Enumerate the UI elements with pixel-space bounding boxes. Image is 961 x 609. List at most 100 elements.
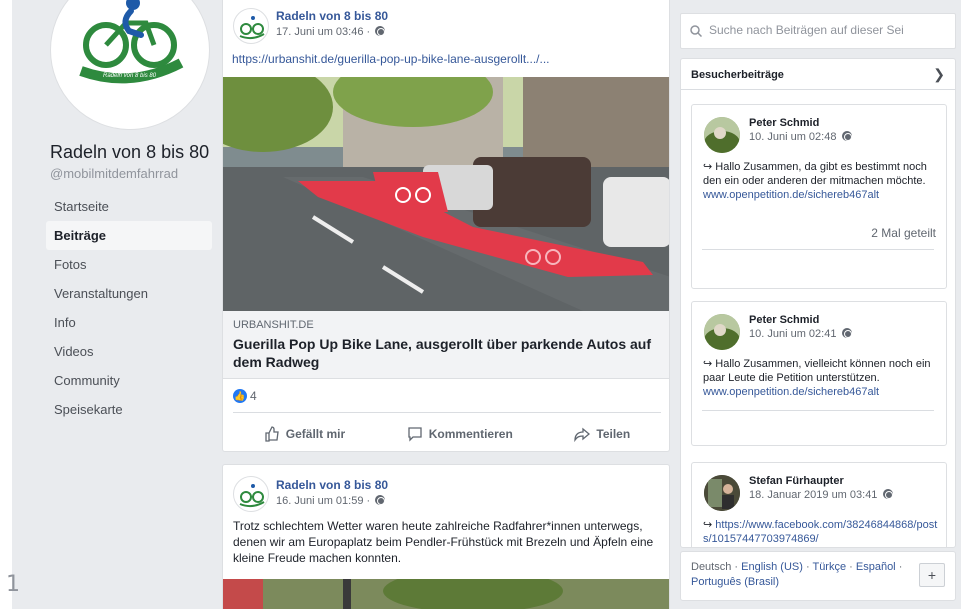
share-button[interactable]: Teilen <box>574 418 630 450</box>
visitor-posts-title[interactable]: Besucherbeiträge <box>691 69 784 81</box>
visitor-post-time-text: 10. Juni um 02:48 <box>749 131 837 143</box>
visitor-post-link[interactable]: www.openpetition.de/sichereb467alt <box>703 189 879 201</box>
lang-english[interactable]: English (US) <box>741 561 803 573</box>
author-avatar[interactable] <box>233 476 269 512</box>
post-author[interactable]: Radeln von 8 bis 80 <box>276 9 388 23</box>
page-profile-picture[interactable]: Radeln von 8 bis 80 <box>50 0 210 130</box>
user-avatar[interactable] <box>704 475 740 511</box>
page-title[interactable]: Radeln von 8 bis 80 <box>50 142 209 163</box>
post-author[interactable]: Radeln von 8 bis 80 <box>276 478 388 492</box>
link-preview-image[interactable] <box>223 77 669 311</box>
post-timestamp[interactable]: 16. Juni um 01:59 · <box>276 495 386 507</box>
language-list: Deutsch · English (US) · Türkçe · Españo… <box>691 561 903 588</box>
post-divider <box>702 410 934 411</box>
comment-label: Kommentieren <box>428 427 513 441</box>
user-avatar[interactable] <box>704 117 740 153</box>
visitor-post-time[interactable]: 10. Juni um 02:48 <box>749 131 852 143</box>
post-photo[interactable] <box>223 579 669 609</box>
shared-link-icon: ↪ <box>703 358 716 370</box>
visitor-post: Stefan Fürhaupter 18. Januar 2019 um 03:… <box>691 462 947 547</box>
globe-icon <box>882 489 893 499</box>
actions-divider <box>233 412 661 413</box>
visitor-post-time-text: 10. Juni um 02:41 <box>749 328 837 340</box>
cycling-logo-icon <box>239 16 265 40</box>
lang-turkish[interactable]: Türkçe <box>812 561 846 573</box>
page-handle[interactable]: @mobilmitdemfahrrad <box>50 166 178 181</box>
shared-link-icon: ↪ <box>703 161 716 173</box>
cycling-logo-icon: Radeln von 8 bis 80 <box>79 0 184 84</box>
post-photo-graphic <box>223 579 669 609</box>
user-photo <box>704 117 740 153</box>
lang-portuguese[interactable]: Português (Brasil) <box>691 576 779 588</box>
more-languages-button[interactable]: + <box>919 563 945 587</box>
comment-button[interactable]: Kommentieren <box>407 418 513 450</box>
post-timestamp[interactable]: 17. Juni um 03:46 · <box>276 26 386 38</box>
nav-item-fotos[interactable]: Fotos <box>46 250 212 279</box>
like-label: Gefällt mir <box>285 427 346 441</box>
link-title: Guerilla Pop Up Bike Lane, ausgerollt üb… <box>233 336 652 370</box>
globe-icon <box>841 328 852 338</box>
visitor-post-time-text: 18. Januar 2019 um 03:41 <box>749 489 878 501</box>
page-nav: Startseite Beiträge Fotos Veranstaltunge… <box>46 192 212 424</box>
language-footer: Deutsch · English (US) · Türkçe · Españo… <box>680 551 956 601</box>
comment-icon <box>408 427 422 442</box>
visitor-posts-panel: Besucherbeiträge ❯ Peter Schmid 10. Juni… <box>680 58 956 548</box>
logo-text: Radeln von 8 bis 80 <box>103 73 157 79</box>
nav-item-community[interactable]: Community <box>46 366 212 395</box>
post-divider <box>702 249 934 250</box>
post-text: Trotz schlechtem Wetter waren heute zahl… <box>233 519 654 565</box>
post-link-url[interactable]: https://urbanshit.de/guerilla-pop-up-bik… <box>232 52 550 66</box>
globe-icon <box>841 131 852 141</box>
post-time: 16. Juni um 01:59 · <box>276 495 371 507</box>
page-number: 1 <box>6 572 20 597</box>
visitor-post-time[interactable]: 10. Juni um 02:41 <box>749 328 852 340</box>
nav-item-videos[interactable]: Videos <box>46 337 212 366</box>
visitor-post-link[interactable]: https://www.facebook.com/38246844868/pos… <box>703 519 937 545</box>
nav-item-beitraege[interactable]: Beiträge <box>46 221 212 250</box>
page-search[interactable] <box>680 13 956 49</box>
visitor-post-link[interactable]: www.openpetition.de/sichereb467alt <box>703 386 879 398</box>
visitor-post-time[interactable]: 18. Januar 2019 um 03:41 <box>749 489 893 501</box>
visitor-post-author[interactable]: Stefan Fürhaupter <box>749 475 844 487</box>
visitor-post-text: ↪ Hallo Zusammen, vielleicht können noch… <box>703 357 943 399</box>
post-card: Radeln von 8 bis 80 16. Juni um 01:59 · … <box>222 464 670 609</box>
visitor-post-text: ↪ Hallo Zusammen, da gibt es bestimmt no… <box>703 160 943 202</box>
cycling-logo-icon <box>239 484 265 508</box>
visitor-post: Peter Schmid 10. Juni um 02:48 ↪ Hallo Z… <box>691 104 947 289</box>
shared-link-icon: ↪ <box>703 519 716 531</box>
post-time: 17. Juni um 03:46 · <box>276 26 371 38</box>
post-actions: Gefällt mir Kommentieren Teilen <box>233 418 661 450</box>
search-input[interactable] <box>709 23 949 37</box>
reaction-summary[interactable]: 👍 4 <box>233 389 257 403</box>
nav-item-veranstaltungen[interactable]: Veranstaltungen <box>46 279 212 308</box>
visitor-post-author[interactable]: Peter Schmid <box>749 117 819 129</box>
header-divider <box>681 89 955 90</box>
visitor-post-text: ↪ https://www.facebook.com/38246844868/p… <box>703 518 943 546</box>
share-count[interactable]: 2 Mal geteilt <box>871 226 936 240</box>
lang-spanish[interactable]: Español <box>856 561 896 573</box>
nav-item-speisekarte[interactable]: Speisekarte <box>46 395 212 424</box>
like-reaction-icon: 👍 <box>233 389 247 403</box>
visitor-post-body: Hallo Zusammen, vielleicht können noch e… <box>703 358 931 384</box>
street-photo <box>223 77 669 311</box>
thumbs-up-icon <box>265 426 279 442</box>
post-card: Radeln von 8 bis 80 17. Juni um 03:46 · … <box>222 0 670 452</box>
visitor-post: Peter Schmid 10. Juni um 02:41 ↪ Hallo Z… <box>691 301 947 446</box>
like-button[interactable]: Gefällt mir <box>264 418 345 450</box>
user-photo <box>704 475 740 511</box>
author-avatar[interactable] <box>233 8 269 44</box>
chevron-right-icon[interactable]: ❯ <box>933 66 945 83</box>
nav-item-info[interactable]: Info <box>46 308 212 337</box>
user-photo <box>704 314 740 350</box>
user-avatar[interactable] <box>704 314 740 350</box>
share-icon <box>574 427 591 442</box>
visitor-post-body: Hallo Zusammen, da gibt es bestimmt noch… <box>703 161 927 187</box>
reaction-count: 4 <box>250 389 257 403</box>
lang-current: Deutsch <box>691 561 732 573</box>
left-edge <box>0 0 12 609</box>
share-label: Teilen <box>596 427 631 441</box>
link-preview[interactable]: URBANSHIT.DE Guerilla Pop Up Bike Lane, … <box>223 311 669 379</box>
link-domain: URBANSHIT.DE <box>233 319 314 331</box>
visitor-post-author[interactable]: Peter Schmid <box>749 314 819 326</box>
nav-item-startseite[interactable]: Startseite <box>46 192 212 221</box>
